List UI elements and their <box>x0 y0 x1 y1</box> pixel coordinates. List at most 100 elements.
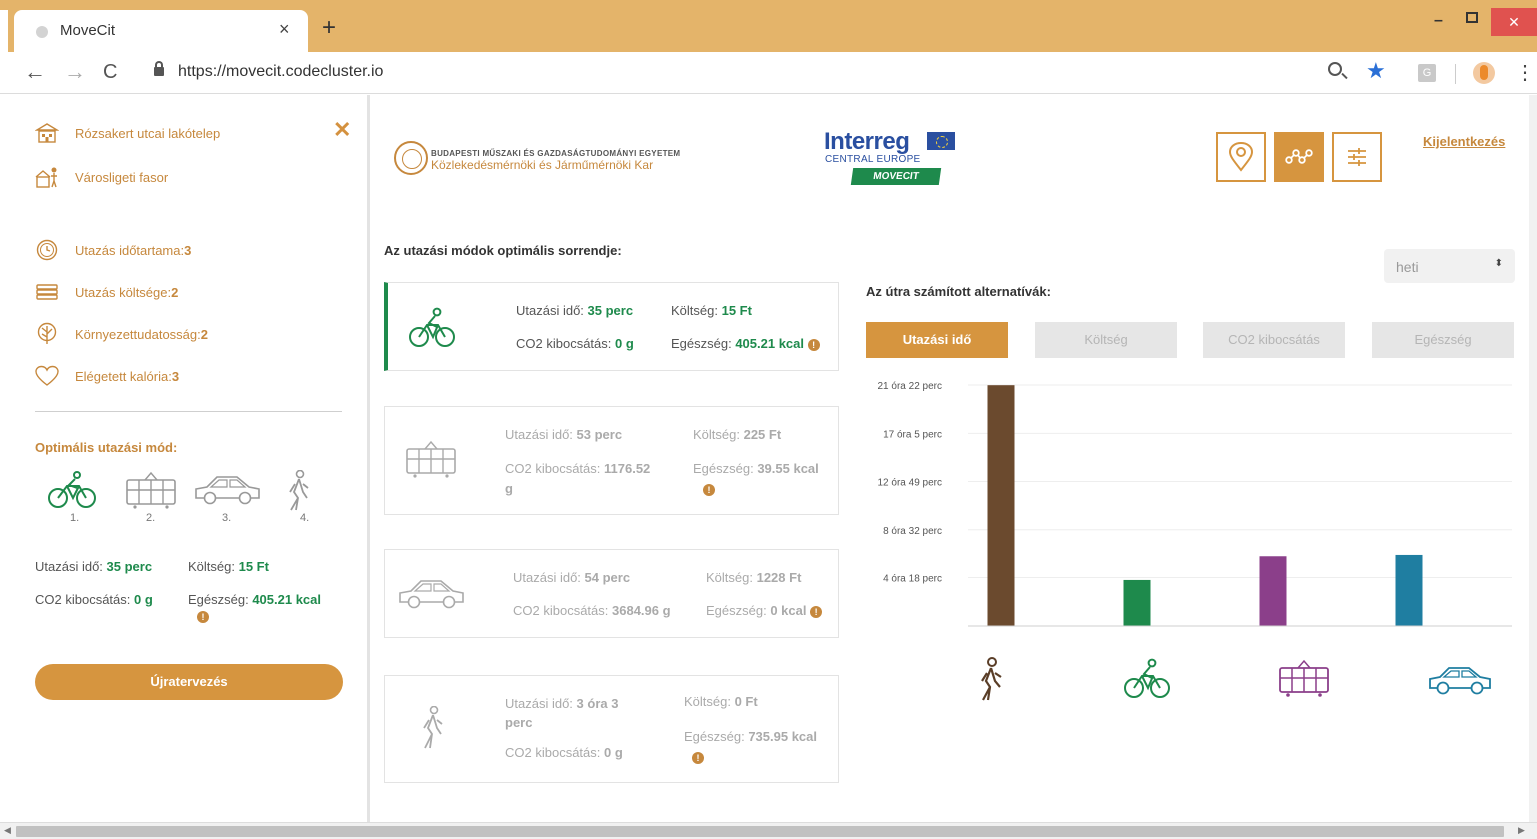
card-walk-info-icon[interactable]: ! <box>692 752 704 764</box>
mode-order-3: 3. <box>222 512 232 524</box>
profile-avatar-icon[interactable] <box>1473 62 1495 84</box>
origin-row[interactable]: Rózsakert utcai lakótelep <box>35 121 220 145</box>
tab-health[interactable]: Egészség <box>1372 322 1514 358</box>
period-select[interactable]: heti ⬍ <box>1384 249 1515 283</box>
travel-time-bar-chart: 4 óra 18 perc 8 óra 32 perc 12 óra 49 perc… <box>878 381 1512 701</box>
clock-icon <box>35 238 59 262</box>
card-tram-time: Utazási idő: 53 perc <box>505 427 623 442</box>
browser-tab-movecit[interactable]: MoveCit × <box>14 10 308 52</box>
walking-person-icon <box>417 705 447 755</box>
priority-calorie-value: 3 <box>171 368 180 384</box>
mode-card-car[interactable]: Utazási idő: 54 perc Költség: 1228 Ft CO… <box>384 549 839 638</box>
tram-icon <box>403 439 459 484</box>
bookmark-star-icon[interactable]: ★ <box>1366 58 1386 84</box>
card-bicycle-co2: CO2 kibocsátás: 0 g <box>516 336 634 351</box>
car-icon <box>193 470 260 510</box>
movecit-badge: MOVECIT <box>850 168 942 185</box>
walking-person-icon <box>283 469 313 511</box>
summary-co2: CO2 kibocsátás: 0 g <box>35 592 153 607</box>
scroll-right-arrow-icon[interactable]: ▶ <box>1518 825 1525 836</box>
chart-y-tick-label: 4 óra 18 perc <box>883 573 942 584</box>
ranking-title: Az utazási módok optimális sorrendje: <box>384 243 622 258</box>
toolbar-divider <box>1455 64 1456 84</box>
browser-menu-icon[interactable]: ⋮ <box>1515 60 1535 85</box>
house-person-icon <box>35 165 59 189</box>
optimal-mode-heading: Optimális utazási mód: <box>35 440 178 455</box>
card-walk-cost: Költség: 0 Ft <box>684 694 758 709</box>
card-car-health: Egészség: 0 kcal ! <box>706 603 823 618</box>
priority-calorie-label: Elégetett kalória: <box>75 368 172 384</box>
settings-sliders-button[interactable] <box>1332 132 1382 182</box>
money-icon <box>35 280 59 304</box>
map-pin-button[interactable] <box>1216 132 1266 182</box>
summary-health-info-icon[interactable]: ! <box>197 611 209 623</box>
chart-y-tick-label: 17 óra 5 perc <box>883 429 942 440</box>
chart-y-tick-label: 12 óra 49 perc <box>878 477 943 488</box>
card-tram-health: Egészség: 39.55 kcal! <box>693 461 819 496</box>
vertical-scrollbar[interactable] <box>1529 95 1537 822</box>
map-pin-icon <box>1228 142 1254 172</box>
heart-icon <box>35 364 59 388</box>
card-tram-info-icon[interactable]: ! <box>703 484 715 496</box>
tree-icon <box>35 322 59 346</box>
priority-time-row: Utazás időtartama: 3 <box>35 238 191 262</box>
priority-time-value: 3 <box>184 242 192 258</box>
building-icon <box>35 121 59 145</box>
logout-link[interactable]: Kijelentkezés <box>1423 134 1505 149</box>
card-tram-co2: CO2 kibocsátás: 1176.52 g <box>505 461 651 496</box>
sidebar-close-icon[interactable]: ✕ <box>333 117 351 143</box>
chart-y-ticks: 4 óra 18 perc 8 óra 32 perc 12 óra 49 perc… <box>878 381 943 584</box>
chart-walk-icon <box>981 657 1002 701</box>
card-car-cost: Költség: 1228 Ft <box>706 570 802 585</box>
car-icon <box>397 574 467 619</box>
route-nodes-icon <box>1285 149 1313 164</box>
reload-button[interactable]: C <box>103 60 117 84</box>
chart-bar-villamos[interactable] <box>1259 556 1287 626</box>
tab-strip-edge <box>0 10 8 52</box>
horizontal-scrollbar[interactable]: ◀ ▶ <box>0 822 1537 839</box>
chart-bar-autó[interactable] <box>1395 554 1423 626</box>
chart-bar-kerékpár[interactable] <box>1123 579 1151 626</box>
scroll-thumb[interactable] <box>16 826 1504 837</box>
destination-row[interactable]: Városligeti fasor <box>35 165 168 189</box>
extension-icon[interactable]: G <box>1418 64 1436 82</box>
sliders-icon <box>1348 148 1366 166</box>
priority-calorie-row: Elégetett kalória: 3 <box>35 364 179 388</box>
card-bicycle-info-icon[interactable]: ! <box>807 339 820 351</box>
chart-bar-gyalog[interactable] <box>987 385 1015 626</box>
bme-logo-icon <box>394 141 428 175</box>
card-car-info-icon[interactable]: ! <box>810 606 823 618</box>
favicon-icon <box>36 26 48 38</box>
tab-travel-time[interactable]: Utazási idő <box>866 322 1008 358</box>
card-bicycle-health: Egészség: 405.21 kcal ! <box>671 336 820 351</box>
summary-cost: Költség: 15 Ft <box>188 559 269 574</box>
chart-bicycle-icon <box>1124 658 1170 698</box>
tab-co2[interactable]: CO2 kibocsátás <box>1203 322 1345 358</box>
chart-category-icons <box>981 657 1491 701</box>
chart-tram-icon <box>1279 659 1329 697</box>
new-tab-button[interactable]: + <box>322 16 336 40</box>
priority-eco-row: Környezettudatosság: 2 <box>35 322 208 346</box>
tab-close-icon[interactable]: × <box>279 19 290 40</box>
window-restore-button[interactable] <box>1466 12 1478 23</box>
route-sidebar: ✕ Rózsakert utcai lakótelep Városligeti … <box>0 95 370 822</box>
mode-card-tram[interactable]: Utazási idő: 53 perc Költség: 225 Ft CO2… <box>384 406 839 515</box>
replan-button[interactable]: Újratervezés <box>35 664 343 700</box>
card-bicycle-cost: Költség: 15 Ft <box>671 303 752 318</box>
forward-button[interactable]: → <box>64 60 86 84</box>
select-arrows-icon: ⬍ <box>1494 258 1503 269</box>
tab-cost[interactable]: Költség <box>1035 322 1177 358</box>
back-button[interactable]: ← <box>24 60 46 84</box>
route-options-button[interactable] <box>1274 132 1324 182</box>
mode-card-walk[interactable]: Utazási idő: 3 óra 3 perc Költség: 0 Ft … <box>384 675 839 783</box>
central-europe-label: CENTRAL EUROPE <box>825 154 921 165</box>
url-field[interactable]: https://movecit.codecluster.io <box>178 63 383 81</box>
window-close-button[interactable]: ✕ <box>1491 8 1537 36</box>
mode-card-bicycle[interactable]: Utazási idő: 35 perc Költség: 15 Ft CO2 … <box>384 282 839 371</box>
window-minimize-button[interactable]: – <box>1434 12 1443 30</box>
scroll-left-arrow-icon[interactable]: ◀ <box>4 825 11 836</box>
tab-title: MoveCit <box>60 22 116 39</box>
mode-order-1: 1. <box>70 512 80 524</box>
card-walk-time: Utazási idő: 3 óra 3 perc <box>505 696 619 730</box>
zoom-icon[interactable] <box>1328 62 1342 76</box>
